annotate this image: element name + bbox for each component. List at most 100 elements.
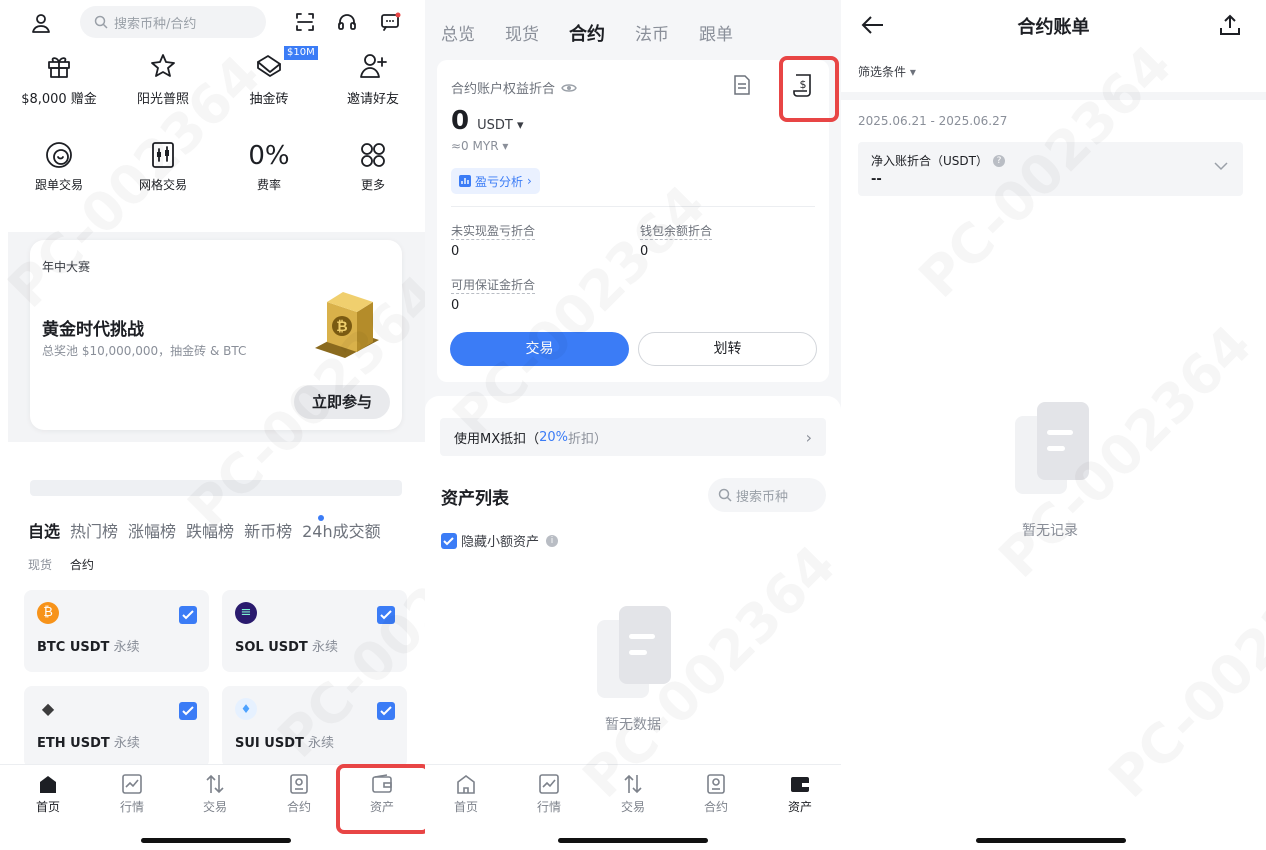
user-icon[interactable] xyxy=(30,12,52,34)
nav-label: 交易 xyxy=(202,800,227,814)
quick-item-copy-trade[interactable]: 跟单交易 xyxy=(18,140,100,193)
search-bar[interactable]: 搜索币种/合约 xyxy=(80,6,266,38)
nav-futures[interactable]: 合约 xyxy=(686,773,746,815)
hide-small-assets-toggle[interactable]: 隐藏小额资产 i xyxy=(441,531,559,550)
empty-document-icon xyxy=(595,604,675,700)
home-screen: 搜索币种/合约 $8,000 赠金 阳光普照 抽金砖 $10M 邀请好友 跟单交… xyxy=(0,0,425,850)
mx-prefix: 使用MX抵扣（ xyxy=(454,431,540,447)
tab-spot[interactable]: 现货 xyxy=(505,20,539,46)
filter-dropdown[interactable]: 筛选条件 ▾ xyxy=(858,63,916,80)
wallet-icon xyxy=(770,773,830,795)
favorite-card-sol[interactable]: ≡ SOL USDT 永续 xyxy=(222,590,407,672)
gift-icon xyxy=(18,52,100,84)
checkbox-checked[interactable] xyxy=(377,606,395,624)
equity-label-row: 合约账户权益折合 xyxy=(451,78,577,97)
pair-suffix: 永续 xyxy=(308,736,335,751)
checkbox-checked[interactable] xyxy=(441,532,457,549)
futures-icon xyxy=(269,773,329,795)
message-icon[interactable] xyxy=(380,12,402,32)
nav-market[interactable]: 行情 xyxy=(102,773,162,815)
nav-label: 资产 xyxy=(787,800,812,814)
quick-item-fee-rate[interactable]: 0% 费率 xyxy=(228,140,310,193)
export-icon[interactable] xyxy=(1219,14,1241,36)
favorite-card-eth[interactable]: ◆ ETH USDT 永续 xyxy=(24,686,209,768)
scan-icon[interactable] xyxy=(295,12,315,32)
new-dot-indicator xyxy=(318,515,324,521)
info-icon[interactable]: i xyxy=(546,534,559,547)
trade-button[interactable]: 交易 xyxy=(450,332,629,366)
chevron-down-icon[interactable] xyxy=(1214,162,1228,171)
eye-icon[interactable] xyxy=(561,82,577,94)
pair-symbol: BTC USDT xyxy=(37,640,110,655)
tab-futures[interactable]: 合约 xyxy=(569,20,605,46)
tab-new-listings[interactable]: 新币榜 xyxy=(244,518,292,542)
tab-gainers[interactable]: 涨幅榜 xyxy=(128,518,176,542)
date-range: 2025.06.21 - 2025.06.27 xyxy=(858,114,1008,128)
favorite-card-sui[interactable]: ♦ SUI USDT 永续 xyxy=(222,686,407,768)
net-income-label-row: 净入账折合（USDT） ? xyxy=(871,152,1005,169)
nav-home[interactable]: 首页 xyxy=(436,773,496,815)
quick-item-more[interactable]: 更多 xyxy=(332,140,414,193)
tab-hot[interactable]: 热门榜 xyxy=(70,518,118,542)
caret-down-icon: ▾ xyxy=(909,65,916,79)
subtab-futures[interactable]: 合约 xyxy=(70,558,94,572)
quick-item-label: 更多 xyxy=(360,178,385,192)
net-income-card[interactable]: 净入账折合（USDT） ? -- xyxy=(858,142,1243,196)
sub-tabs: 现货 合约 xyxy=(28,556,94,573)
nav-label: 行情 xyxy=(119,800,144,814)
pnl-analysis-link[interactable]: 盈亏分析 › xyxy=(451,168,540,194)
subtab-spot[interactable]: 现货 xyxy=(28,558,52,572)
tab-losers[interactable]: 跌幅榜 xyxy=(186,518,234,542)
equity-card: 合约账户权益折合 $ 0 USDT ▾ ≈0 MYR ▾ 盈亏分析 › 未实现盈… xyxy=(437,60,829,382)
nav-home[interactable]: 首页 xyxy=(18,773,78,815)
document-icon[interactable] xyxy=(733,74,751,96)
tab-fiat[interactable]: 法币 xyxy=(635,20,669,46)
tab-copy-trade[interactable]: 跟单 xyxy=(699,20,733,46)
promo-banner[interactable]: 年中大赛 黄金时代挑战 总奖池 $10,000,000，抽金砖 & BTC ₿ … xyxy=(30,240,402,430)
checkbox-checked[interactable] xyxy=(377,702,395,720)
transfer-button[interactable]: 划转 xyxy=(638,332,817,366)
quick-item-label: 网格交易 xyxy=(138,178,187,192)
tab-favorites[interactable]: 自选 xyxy=(28,518,60,542)
watermark: PC-002364 xyxy=(1097,533,1266,810)
banner-subtitle: 总奖池 $10,000,000，抽金砖 & BTC xyxy=(42,344,247,358)
banner-title: 黄金时代挑战 xyxy=(42,320,144,340)
assets-screen: 总览 现货 合约 法币 跟单 合约账户权益折合 $ 0 USDT ▾ ≈0 MY… xyxy=(425,0,841,850)
quick-item-grid-trade[interactable]: 网格交易 xyxy=(122,140,204,193)
divider xyxy=(451,206,815,207)
pair-name: ETH USDT 永续 xyxy=(37,732,140,751)
quick-item-label: 阳光普照 xyxy=(136,92,189,107)
wallet-balance-label: 钱包余额折合 xyxy=(640,224,713,240)
quick-item-bonus[interactable]: $8,000 赠金 xyxy=(18,52,100,107)
nav-futures[interactable]: 合约 xyxy=(269,773,329,815)
equity-unit-select[interactable]: USDT ▾ xyxy=(477,118,523,133)
support-headset-icon[interactable] xyxy=(337,12,357,32)
checkbox-checked[interactable] xyxy=(179,606,197,624)
quick-item-gold-brick[interactable]: 抽金砖 $10M xyxy=(228,46,318,107)
equity-label: 合约账户权益折合 xyxy=(451,82,556,97)
favorite-card-btc[interactable]: ₿ BTC USDT 永续 xyxy=(24,590,209,672)
nav-trade[interactable]: 交易 xyxy=(603,773,663,815)
tab-overview[interactable]: 总览 xyxy=(441,20,475,46)
trade-arrows-icon xyxy=(185,773,245,795)
equity-value-row: 0 USDT ▾ xyxy=(451,106,523,136)
tab-24h-volume[interactable]: 24h成交额 xyxy=(302,518,381,542)
equity-fiat-select[interactable]: ≈0 MYR ▾ xyxy=(451,139,508,153)
nav-market[interactable]: 行情 xyxy=(519,773,579,815)
nav-trade[interactable]: 交易 xyxy=(185,773,245,815)
nav-label: 首页 xyxy=(453,800,478,814)
quick-item-sunshine[interactable]: 阳光普照 xyxy=(122,52,204,107)
sol-coin-icon: ≡ xyxy=(235,602,257,624)
quick-item-invite[interactable]: 邀请好友 xyxy=(332,52,414,107)
search-icon xyxy=(94,15,108,29)
join-now-button[interactable]: 立即参与 xyxy=(294,385,390,419)
home-indicator xyxy=(141,838,291,843)
home-indicator xyxy=(976,838,1126,843)
mx-percent: 20% xyxy=(539,429,569,445)
nav-assets[interactable]: 资产 xyxy=(770,773,830,815)
mx-deduction-row[interactable]: 使用MX抵扣（ 20% 折扣） › xyxy=(440,418,826,456)
available-margin-label: 可用保证金折合 xyxy=(451,278,536,294)
help-icon[interactable]: ? xyxy=(992,154,1005,167)
asset-search-input[interactable]: 搜索币种 xyxy=(708,478,826,512)
checkbox-checked[interactable] xyxy=(179,702,197,720)
